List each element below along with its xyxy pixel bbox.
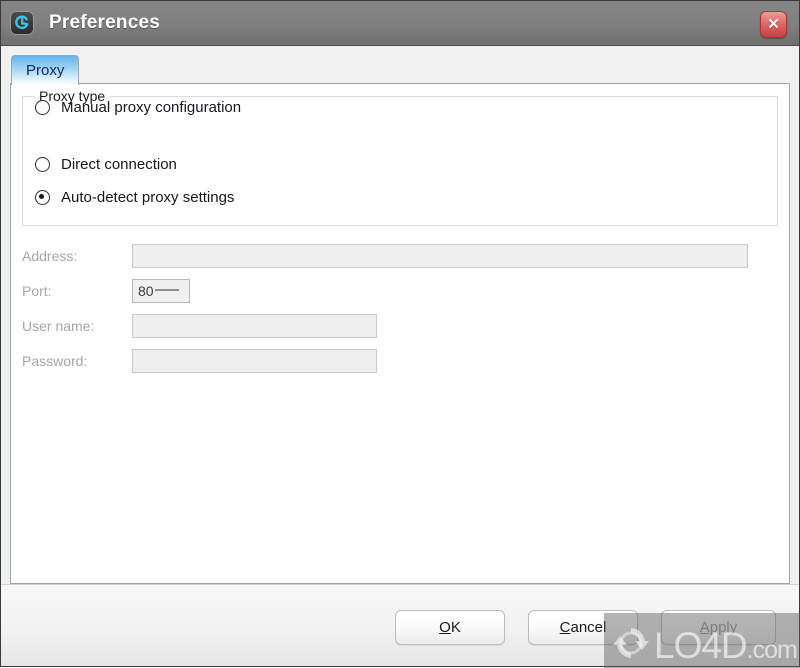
username-row: User name: <box>22 314 377 338</box>
radio-manual-proxy[interactable]: Manual proxy configuration <box>35 97 241 117</box>
tab-strip: Proxy <box>11 53 790 85</box>
tab-panel-proxy: Proxy type Direct connection Auto-detect… <box>10 83 790 584</box>
radio-auto-detect-label: Auto-detect proxy settings <box>61 188 235 206</box>
radio-direct-connection-control[interactable] <box>35 156 50 172</box>
radio-auto-detect-control[interactable] <box>35 189 50 205</box>
password-input[interactable] <box>132 349 377 373</box>
preferences-dialog: Preferences ✕ Proxy Proxy type Direct co… <box>0 0 800 668</box>
apply-button: Apply <box>661 610 776 645</box>
radio-manual-proxy-control[interactable] <box>35 99 50 115</box>
port-mask-fill <box>154 289 179 291</box>
title-bar: Preferences ✕ <box>1 1 799 46</box>
username-input[interactable] <box>132 314 377 338</box>
apply-button-label: pply <box>709 619 738 636</box>
page-title: Preferences <box>49 12 160 33</box>
tab-proxy[interactable]: Proxy <box>11 55 80 85</box>
address-label: Address: <box>22 248 78 264</box>
tab-proxy-label: Proxy <box>26 62 65 79</box>
radio-direct-connection[interactable]: Direct connection <box>35 154 177 174</box>
ok-button[interactable]: OK <box>395 610 505 645</box>
proxy-type-groupbox: Proxy type Direct connection Auto-detect… <box>22 88 778 226</box>
radio-direct-connection-label: Direct connection <box>61 155 177 173</box>
app-logo-icon <box>10 11 34 35</box>
radio-manual-proxy-label: Manual proxy configuration <box>61 98 242 116</box>
apply-button-mnemonic: A <box>699 619 710 636</box>
radio-auto-detect[interactable]: Auto-detect proxy settings <box>35 187 234 207</box>
port-label: Port: <box>22 283 52 299</box>
address-row: Address: <box>22 244 778 268</box>
password-label: Password: <box>22 353 88 369</box>
port-value: 80 <box>138 283 154 299</box>
dialog-footer: OK Cancel Apply <box>1 584 799 666</box>
tab-area: Proxy Proxy type Direct connection Auto-… <box>1 46 799 584</box>
username-label: User name: <box>22 318 95 334</box>
close-icon[interactable]: ✕ <box>760 11 787 38</box>
port-input[interactable]: 80 <box>132 279 190 303</box>
address-input[interactable] <box>132 244 748 268</box>
cancel-button-label: ancel <box>570 619 607 636</box>
ok-button-mnemonic: O <box>439 619 451 636</box>
cancel-button-mnemonic: C <box>559 619 571 636</box>
password-row: Password: <box>22 349 377 373</box>
cancel-button[interactable]: Cancel <box>528 610 638 645</box>
close-glyph: ✕ <box>767 16 780 33</box>
port-row: Port: 80 <box>22 279 190 303</box>
ok-button-label: K <box>450 619 461 636</box>
